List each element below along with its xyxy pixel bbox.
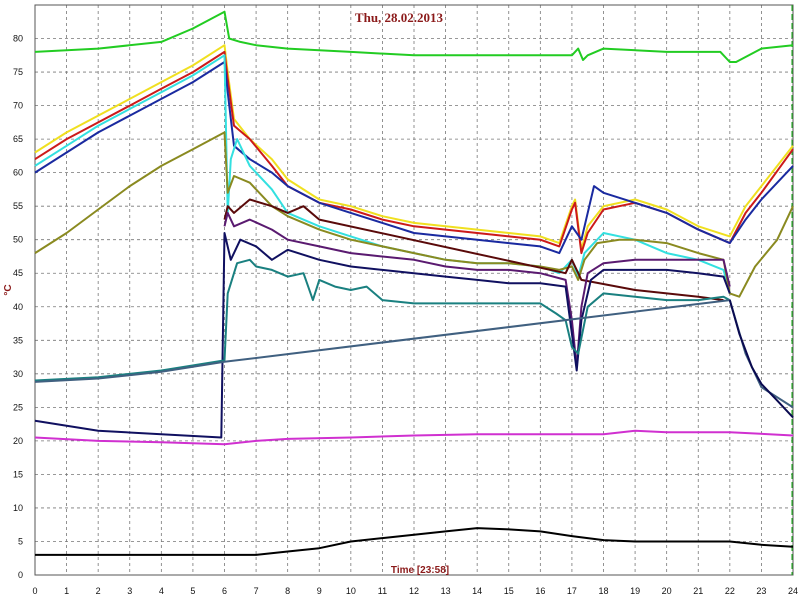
x-tick-label: 13 bbox=[441, 586, 451, 596]
y-tick-label: 40 bbox=[13, 302, 23, 312]
y-tick-label: 15 bbox=[13, 469, 23, 479]
y-tick-label: 45 bbox=[13, 268, 23, 278]
x-tick-label: 17 bbox=[567, 586, 577, 596]
x-tick-label: 10 bbox=[346, 586, 356, 596]
y-tick-label: 0 bbox=[18, 570, 23, 580]
x-axis-label: Time [23:58] bbox=[391, 565, 449, 576]
x-tick-label: 4 bbox=[159, 586, 164, 596]
x-tick-label: 3 bbox=[127, 586, 132, 596]
y-axis-label: °C bbox=[3, 284, 14, 295]
x-tick-label: 19 bbox=[630, 586, 640, 596]
x-tick-label: 0 bbox=[32, 586, 37, 596]
y-tick-label: 10 bbox=[13, 503, 23, 513]
x-tick-label: 21 bbox=[693, 586, 703, 596]
y-tick-label: 75 bbox=[13, 67, 23, 77]
x-tick-label: 18 bbox=[598, 586, 608, 596]
x-tick-label: 24 bbox=[788, 586, 798, 596]
chart-title: Thu, 28.02.2013 bbox=[355, 10, 444, 25]
y-tick-label: 60 bbox=[13, 168, 23, 178]
x-tick-label: 23 bbox=[756, 586, 766, 596]
x-tick-label: 1 bbox=[64, 586, 69, 596]
y-tick-label: 50 bbox=[13, 235, 23, 245]
x-tick-label: 16 bbox=[535, 586, 545, 596]
x-tick-label: 11 bbox=[378, 586, 387, 596]
y-tick-label: 35 bbox=[13, 335, 23, 345]
y-tick-label: 80 bbox=[13, 34, 23, 44]
y-tick-label: 30 bbox=[13, 369, 23, 379]
temperature-chart: 0 1 2 3 4 5 6 7 8 9 10 11 12 13 14 15 16 17 18 19 20 21 22 23 24… bbox=[0, 0, 800, 600]
x-tick-label: 6 bbox=[222, 586, 227, 596]
x-tick-label: 14 bbox=[472, 586, 482, 596]
x-tick-label: 22 bbox=[725, 586, 735, 596]
y-tick-label: 20 bbox=[13, 436, 23, 446]
y-tick-label: 55 bbox=[13, 201, 23, 211]
y-tick-label: 5 bbox=[18, 536, 23, 546]
x-tick-label: 15 bbox=[504, 586, 514, 596]
x-tick-label: 8 bbox=[285, 586, 290, 596]
y-tick-label: 25 bbox=[13, 402, 23, 412]
x-tick-label: 20 bbox=[662, 586, 672, 596]
y-tick-label: 70 bbox=[13, 101, 23, 111]
x-tick-label: 7 bbox=[254, 586, 259, 596]
x-tick-label: 12 bbox=[409, 586, 419, 596]
x-tick-label: 2 bbox=[96, 586, 101, 596]
x-tick-label: 9 bbox=[317, 586, 322, 596]
x-tick-label: 5 bbox=[190, 586, 195, 596]
y-tick-label: 65 bbox=[13, 134, 23, 144]
